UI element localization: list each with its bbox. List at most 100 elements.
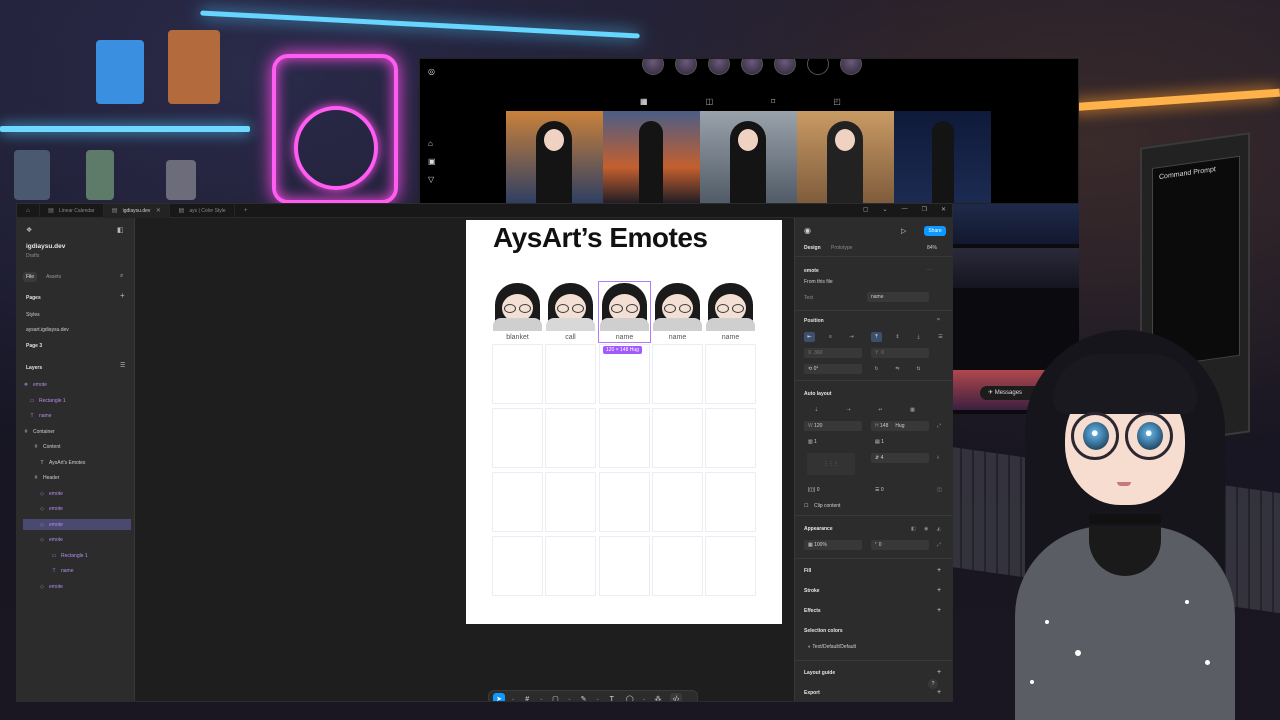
layer-row[interactable]: Tname bbox=[23, 565, 131, 576]
add-page-icon[interactable]: + bbox=[120, 291, 125, 300]
present-icon[interactable]: ▷ bbox=[901, 227, 906, 235]
rotation-input[interactable]: ⟲ 0° bbox=[804, 364, 862, 374]
spacing-input[interactable]: ⇵ 4 bbox=[871, 453, 929, 463]
layer-row[interactable]: Tname bbox=[23, 410, 131, 421]
dev-mode-icon[interactable]: ‹/› bbox=[670, 693, 683, 701]
chevron-down-icon[interactable]: ⌄ bbox=[596, 693, 600, 701]
emote-call[interactable] bbox=[545, 282, 596, 332]
explore-icon[interactable]: ▽ bbox=[428, 175, 434, 184]
post-thumbnail[interactable] bbox=[894, 111, 991, 203]
add-fill-icon[interactable]: + bbox=[937, 567, 941, 574]
search-icon[interactable]: ⌕ bbox=[120, 273, 123, 280]
height-input[interactable]: H 148 Hug bbox=[871, 421, 929, 431]
layer-row[interactable]: ◇ emote bbox=[23, 581, 131, 592]
clip-content-checkbox[interactable]: ☐ bbox=[804, 503, 808, 509]
file-location[interactable]: Drafts bbox=[26, 253, 39, 259]
share-button[interactable]: Share bbox=[924, 226, 946, 236]
text-property-input[interactable]: name bbox=[867, 292, 929, 302]
add-stroke-icon[interactable]: + bbox=[937, 587, 941, 594]
emote-label[interactable]: name bbox=[652, 334, 703, 341]
home-tab[interactable]: ⌂ bbox=[17, 204, 40, 218]
file-tab[interactable]: ▤ Linear Calendar bbox=[40, 204, 104, 218]
flip-horizontal-icon[interactable]: ⇋ bbox=[892, 364, 903, 374]
emote-label[interactable]: call bbox=[545, 334, 596, 341]
layer-row[interactable]: ❖ emote bbox=[23, 379, 131, 390]
grid-tab-icon[interactable]: ▦ bbox=[640, 97, 648, 106]
saved-tab-icon[interactable]: ⌑ bbox=[771, 97, 775, 106]
move-tool-icon[interactable]: ➤ bbox=[493, 693, 505, 701]
sidebar-toggle-icon[interactable]: ◧ bbox=[117, 226, 124, 234]
rotate-icon[interactable]: ↻ bbox=[871, 364, 882, 374]
story-avatar[interactable] bbox=[708, 59, 730, 75]
chevron-down-icon[interactable]: ⌄ bbox=[511, 693, 515, 701]
add-export-icon[interactable]: + bbox=[937, 689, 941, 696]
instagram-logo-icon[interactable]: ◎ bbox=[428, 67, 435, 76]
align-left-icon[interactable]: ⇤ bbox=[804, 332, 815, 342]
layer-row[interactable]: ◇ emote bbox=[23, 488, 131, 499]
align-middle-icon[interactable]: ⇕ bbox=[892, 332, 903, 342]
layers-collapse-icon[interactable]: ☰ bbox=[120, 362, 125, 369]
story-avatar[interactable] bbox=[741, 59, 763, 75]
wrap-icon[interactable]: ↵ bbox=[875, 405, 886, 415]
comment-tool-icon[interactable]: ◯ bbox=[624, 693, 636, 701]
gap-input[interactable]: ▥ 1 bbox=[804, 437, 862, 447]
help-button[interactable]: ? bbox=[928, 679, 938, 689]
blend-mode-icon[interactable]: ◭ bbox=[937, 526, 941, 532]
gap-input[interactable]: ▤ 1 bbox=[871, 437, 929, 447]
figma-menu-icon[interactable]: ❖ bbox=[26, 226, 32, 234]
page-item[interactable]: aysart.igdiaysu.dev bbox=[26, 327, 69, 333]
zoom-level[interactable]: 84% bbox=[927, 245, 937, 251]
corner-radius-input[interactable]: ⌜ 0 bbox=[871, 540, 929, 550]
y-position-input[interactable]: Y 0 bbox=[871, 348, 929, 358]
emote-label[interactable]: blanket bbox=[492, 334, 543, 341]
post-thumbnail[interactable] bbox=[797, 111, 894, 203]
reels-tab-icon[interactable]: ◫ bbox=[706, 97, 714, 106]
padding-horizontal-input[interactable]: |◫| 0 bbox=[804, 485, 862, 495]
layer-row[interactable]: ◇ emote bbox=[23, 534, 131, 545]
frame-title[interactable]: AysArt’s Emotes bbox=[493, 222, 708, 254]
minimize-icon[interactable]: — bbox=[902, 206, 908, 213]
visibility-icon[interactable]: ◉ bbox=[924, 526, 928, 532]
reels-icon[interactable]: ▣ bbox=[428, 157, 436, 166]
layer-row[interactable]: ▭ Rectangle 1 bbox=[23, 395, 131, 406]
tab-prototype[interactable]: Prototype bbox=[831, 245, 852, 251]
post-thumbnail[interactable] bbox=[506, 111, 603, 203]
chevron-down-icon[interactable]: ⌄ bbox=[539, 693, 543, 701]
emote-label[interactable]: name bbox=[705, 334, 756, 341]
tab-overview-icon[interactable]: ▢ bbox=[863, 206, 869, 213]
align-right-icon[interactable]: ⇥ bbox=[846, 332, 857, 342]
close-window-icon[interactable]: ✕ bbox=[941, 206, 946, 213]
text-tool-icon[interactable]: T bbox=[606, 693, 618, 702]
file-name[interactable]: igdiaysu.dev bbox=[26, 243, 65, 250]
chevron-down-icon[interactable]: ⌄ bbox=[567, 693, 571, 701]
pen-tool-icon[interactable]: ✎ bbox=[578, 693, 590, 701]
layer-row-selected[interactable]: ◇ emote bbox=[23, 519, 131, 530]
emotes-frame[interactable]: AysArt’s Emotes blanket call name name n… bbox=[466, 220, 782, 624]
x-position-input[interactable]: X 360 bbox=[804, 348, 862, 358]
chevron-down-icon[interactable]: ⌄ bbox=[642, 693, 646, 701]
component-name[interactable]: emote bbox=[804, 268, 819, 274]
new-tab-button[interactable]: + bbox=[235, 204, 257, 218]
page-item[interactable]: Styles bbox=[26, 312, 40, 318]
opacity-input[interactable]: ▦ 100% bbox=[804, 540, 862, 550]
story-avatar[interactable] bbox=[642, 59, 664, 75]
emote-blanket[interactable] bbox=[492, 282, 543, 332]
layer-row[interactable]: ◇ emote bbox=[23, 503, 131, 514]
story-avatar[interactable] bbox=[774, 59, 796, 75]
flip-vertical-icon[interactable]: ⇅ bbox=[913, 364, 924, 374]
emote-name[interactable] bbox=[652, 282, 703, 332]
emote-name[interactable] bbox=[705, 282, 756, 332]
selection-color-style[interactable]: ◐ Text/Default/Default bbox=[804, 642, 916, 652]
padding-settings-icon[interactable]: ◫ bbox=[937, 487, 942, 493]
tagged-tab-icon[interactable]: ◰ bbox=[833, 97, 841, 106]
actions-icon[interactable]: ⁂ bbox=[652, 693, 664, 701]
layer-row[interactable]: ▭ Rectangle 1 bbox=[23, 550, 131, 561]
distribute-icon[interactable]: ☰ bbox=[935, 332, 946, 342]
post-thumbnail[interactable] bbox=[700, 111, 797, 203]
padding-vertical-input[interactable]: ☰ 0 bbox=[871, 485, 929, 495]
maximize-icon[interactable]: ❐ bbox=[922, 206, 927, 213]
layer-row[interactable]: # Content bbox=[23, 441, 131, 452]
frame-tool-icon[interactable]: # bbox=[521, 693, 533, 702]
alignment-matrix[interactable]: ⋮⋮⋮ bbox=[807, 453, 855, 475]
story-avatar[interactable] bbox=[807, 59, 829, 75]
